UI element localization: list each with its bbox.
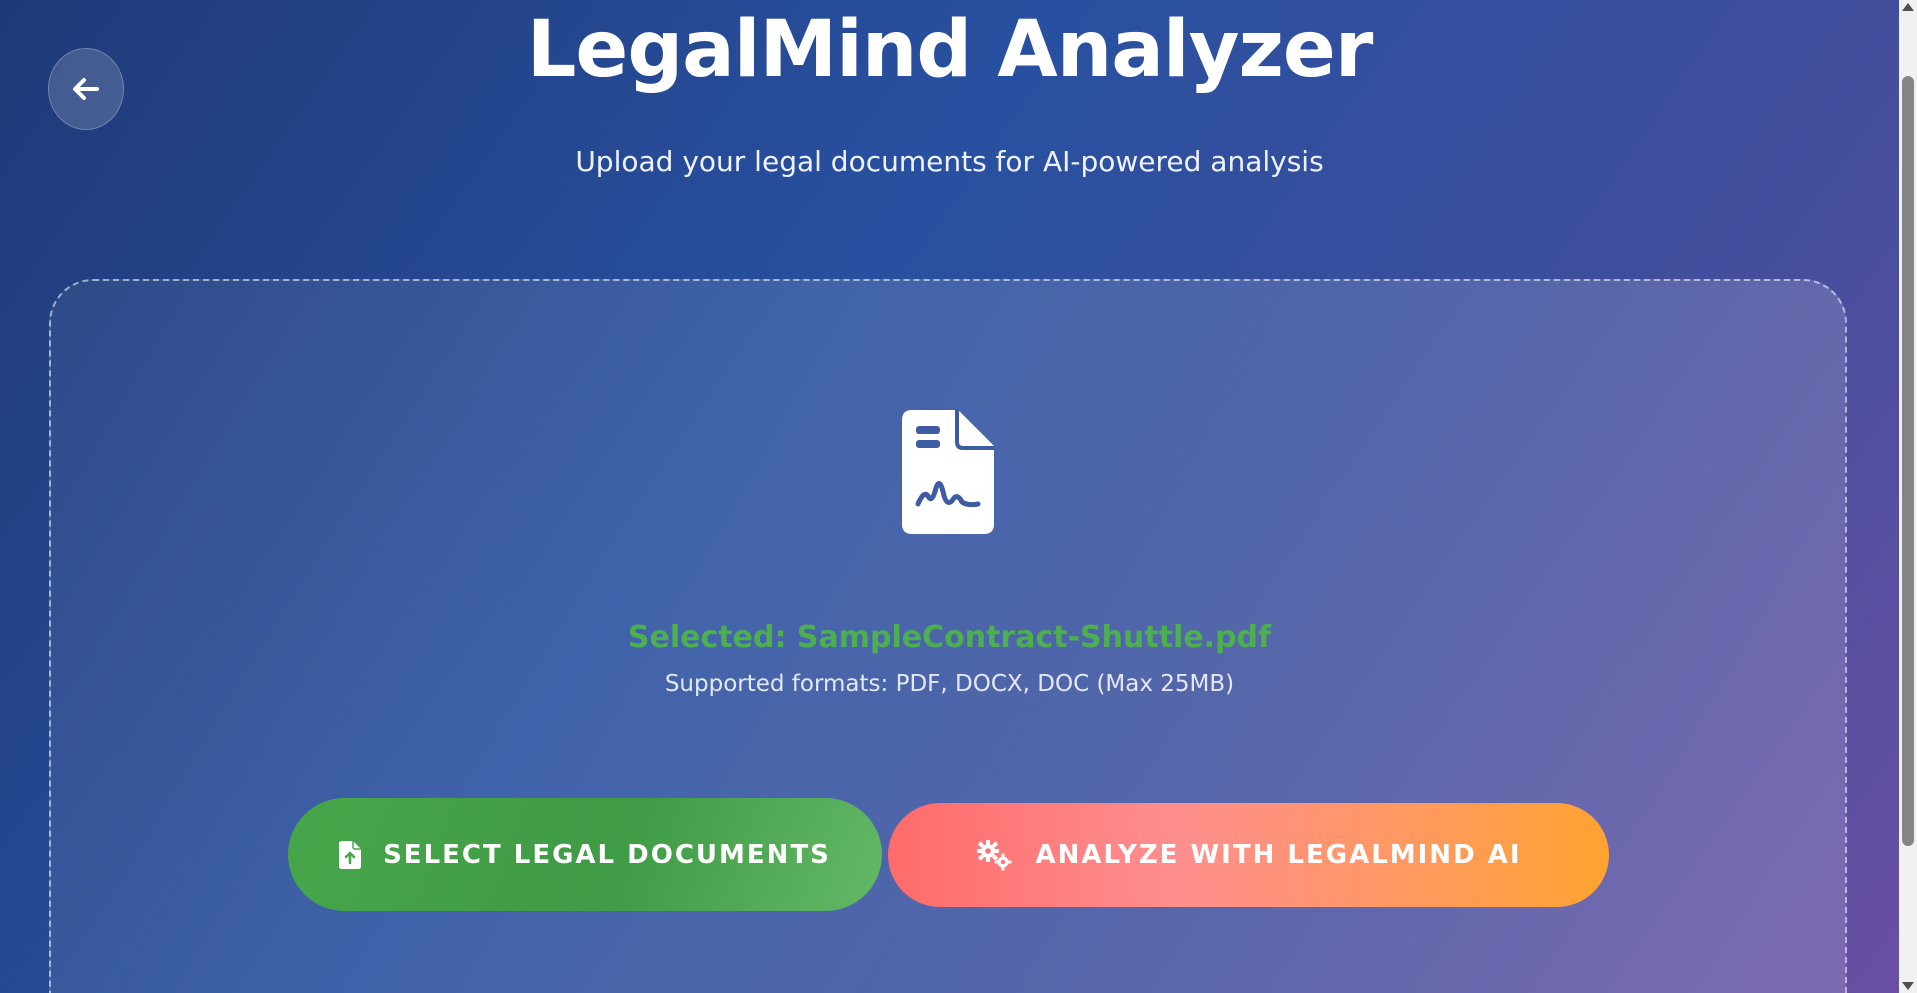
gears-icon xyxy=(977,840,1012,871)
analyze-button[interactable]: ANALYZE WITH LEGALMIND AI xyxy=(888,803,1609,907)
supported-formats-text: Supported formats: PDF, DOCX, DOC (Max 2… xyxy=(664,671,1235,697)
select-documents-label: SELECT LEGAL DOCUMENTS xyxy=(383,839,831,870)
page-title: LegalMind Analyzer xyxy=(526,5,1374,95)
selected-file-text: Selected: SampleContract-Shuttle.pdf xyxy=(627,620,1272,655)
vertical-scrollbar[interactable] xyxy=(1899,0,1917,993)
file-upload-icon xyxy=(339,840,362,869)
analyze-label: ANALYZE WITH LEGALMIND AI xyxy=(1035,840,1522,870)
scrollbar-thumb[interactable] xyxy=(1902,76,1914,846)
file-signature-icon xyxy=(902,410,994,534)
scroll-down-icon[interactable] xyxy=(1902,982,1914,990)
select-documents-button[interactable]: SELECT LEGAL DOCUMENTS xyxy=(288,798,882,911)
page: LegalMind Analyzer Upload your legal doc… xyxy=(0,0,1899,993)
page-subtitle: Upload your legal documents for AI-power… xyxy=(575,145,1324,178)
scroll-up-icon[interactable] xyxy=(1902,3,1914,11)
